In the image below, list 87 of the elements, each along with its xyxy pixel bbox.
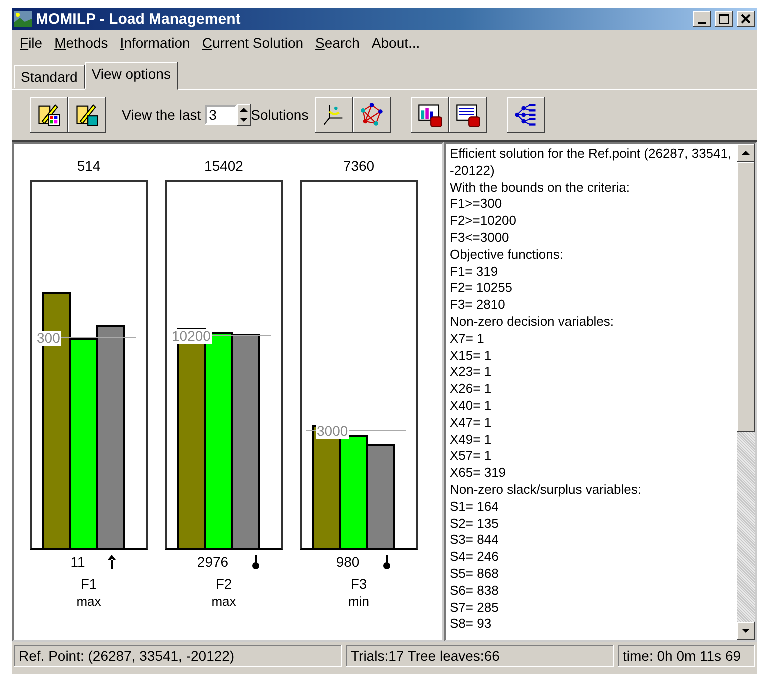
report-line: X7= 1 (450, 330, 486, 348)
criterion-name: F1 (80, 576, 98, 592)
tab[interactable]: View options (84, 62, 178, 90)
report-line: S7= 285 (450, 600, 500, 616)
report-line: X26= 1 (450, 381, 493, 398)
report-line: S6= 838 (450, 582, 500, 600)
maximize-button[interactable] (715, 11, 733, 27)
spin-buttons[interactable] (237, 104, 252, 126)
down-icon (740, 626, 752, 636)
bound-value: 3000 (316, 424, 350, 439)
report-line: F2>=10200 (450, 213, 518, 230)
status-pane: Ref. Point: (26287, 33541, -20122) (14, 645, 342, 667)
down-arrow-icon (250, 554, 261, 570)
tree-icon (512, 102, 539, 128)
tree-button[interactable] (506, 97, 545, 133)
report-line: F3<=3000 (450, 230, 510, 247)
criterion-sense: min (348, 594, 370, 609)
solutions-label: Solutions (251, 107, 309, 123)
report-line: S5= 868 (450, 566, 500, 583)
max-value: 7360 (343, 158, 375, 176)
max-value: 514 (77, 158, 101, 176)
report-line: S8= 93 (450, 616, 493, 634)
bound-value: 300 (36, 330, 62, 346)
min-value: 2976 (197, 554, 229, 570)
up-icon (740, 148, 752, 158)
bar-chart-case-button[interactable] (410, 97, 449, 133)
report-line: S2= 135 (450, 516, 500, 532)
criterion-sense: max (212, 594, 236, 609)
table-case-icon (454, 102, 481, 128)
report-line: F2= 10255 (450, 280, 514, 298)
scroll-down-button[interactable] (737, 622, 755, 640)
menu-item[interactable]: Current Solution (202, 35, 304, 53)
menu-item[interactable]: Information (120, 35, 190, 53)
report-line: With the bounds on the criteria: (450, 180, 631, 196)
tab[interactable]: Standard (14, 65, 85, 89)
report-line: Objective functions: (450, 246, 564, 264)
report-line: S1= 164 (450, 498, 500, 516)
up-arrow-icon (107, 554, 118, 570)
scroll-thumb[interactable] (737, 162, 755, 432)
maximize-icon (719, 14, 729, 24)
edit-chart-icon (74, 102, 100, 128)
max-value: 15402 (204, 158, 244, 176)
status-pane: Trials:17 Tree leaves:66 (346, 645, 614, 667)
min-value: 11 (70, 554, 86, 570)
close-button[interactable] (737, 11, 755, 27)
view-last-label: View the last (122, 107, 202, 123)
window-title: MOMILP - Load Management (36, 10, 242, 28)
report-line: X23= 1 (450, 364, 493, 382)
report-line: Efficient solution for the Ref.point (26287, 33541, -20122) (450, 146, 733, 180)
report-line: S4= 246 (450, 549, 500, 566)
report-line: F1= 319 (450, 264, 500, 280)
report-line: S3= 844 (450, 532, 500, 550)
menu-item[interactable]: Search (316, 35, 360, 53)
down-arrow-icon (382, 554, 392, 570)
landscape-icon (14, 11, 32, 27)
edit-palette-button[interactable] (30, 97, 68, 133)
edit-chart-button[interactable] (68, 97, 106, 133)
close-icon (741, 14, 751, 24)
table-case-button[interactable] (448, 97, 487, 133)
network-button[interactable] (352, 97, 391, 133)
criterion-name: F2 (216, 576, 232, 592)
menu-item[interactable]: About... (372, 35, 420, 53)
criterion-name: F3 (350, 576, 368, 592)
report-line: Non-zero slack/surplus variables: (450, 482, 642, 499)
report-line: F1>=300 (450, 196, 504, 214)
report-line: X15= 1 (450, 348, 493, 364)
scroll-up-button[interactable] (737, 144, 755, 162)
criterion-sense: max (76, 594, 102, 609)
report-line: X57= 1 (450, 448, 493, 466)
menu-item[interactable]: Methods (54, 35, 108, 53)
report-line: F3= 2810 (450, 297, 506, 314)
minimize-icon (698, 22, 706, 24)
bound-value: 10200 (171, 328, 212, 344)
solution-count-field[interactable]: 3 (205, 105, 238, 125)
bar-chart-case-icon (416, 102, 443, 128)
report-line: X49= 1 (450, 432, 493, 448)
edit-palette-icon (36, 102, 62, 128)
network-icon (358, 102, 385, 128)
menu-item[interactable]: File (20, 35, 43, 53)
axes-button[interactable] (314, 97, 353, 133)
report-line: X40= 1 (450, 398, 493, 415)
report-line: X65= 319 (450, 465, 508, 482)
status-pane: time: 0h 0m 11s 69 (618, 645, 755, 667)
report-line: Non-zero decision variables: (450, 314, 616, 331)
minimize-button[interactable] (693, 11, 711, 27)
report-line: X47= 1 (450, 414, 493, 432)
min-value: 980 (336, 554, 360, 570)
